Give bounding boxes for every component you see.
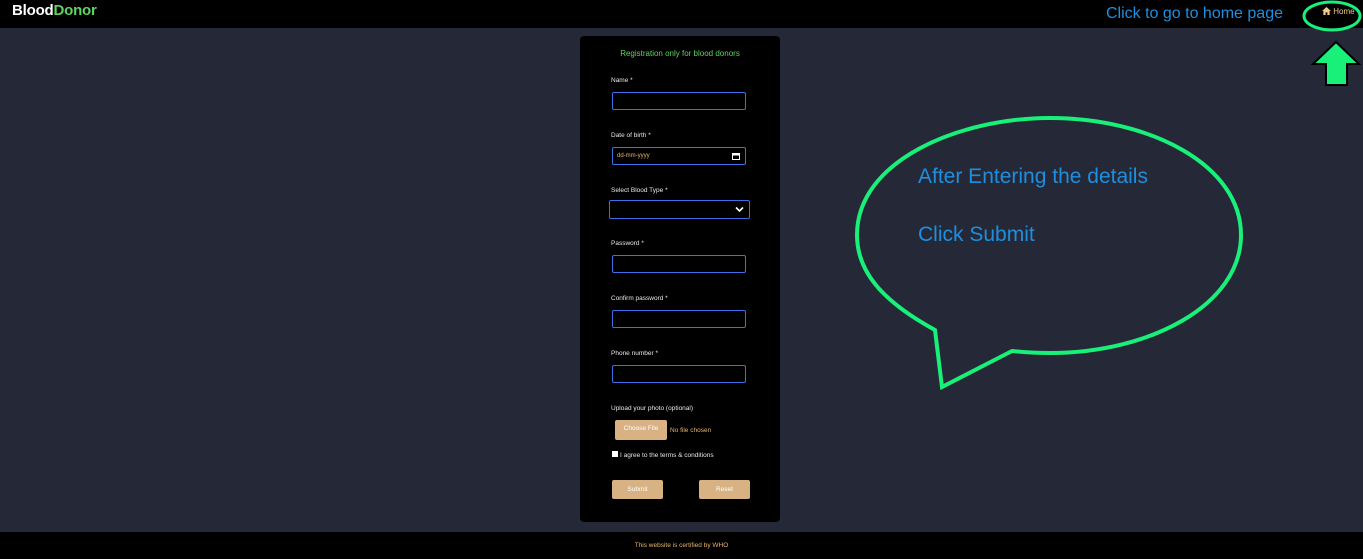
reset-button[interactable]: Reset	[699, 480, 750, 499]
no-file-chosen-text: No file chosen	[670, 427, 712, 434]
blood-type-label: Select Blood Type *	[611, 187, 668, 194]
annotation-home-hint: Click to go to home page	[1106, 5, 1283, 22]
arrow-up-icon	[1310, 40, 1362, 86]
brand-logo[interactable]: BloodDonor	[12, 2, 97, 19]
annotation-bubble-line2: Click Submit	[918, 223, 1035, 246]
home-link[interactable]: Home	[1322, 7, 1355, 16]
registration-form: Registration only for blood donors Name …	[580, 36, 780, 522]
brand-text-blood: Blood	[12, 2, 54, 19]
submit-button[interactable]: Submit	[612, 480, 663, 499]
footer-text: This website is certified by WHO	[634, 542, 729, 549]
name-input[interactable]	[612, 92, 746, 110]
confirm-password-label: Confirm password *	[611, 295, 668, 302]
password-label: Password *	[611, 240, 644, 247]
choose-file-button[interactable]: Choose File	[615, 420, 667, 440]
form-title: Registration only for blood donors	[620, 49, 740, 58]
dob-placeholder: dd-mm-yyyy	[617, 153, 650, 159]
photo-upload-label: Upload your photo (optional)	[611, 405, 694, 412]
speech-bubble-shape	[854, 115, 1244, 391]
chevron-down-icon	[735, 206, 744, 213]
phone-input[interactable]	[612, 365, 746, 383]
terms-label: I agree to the terms & conditions	[620, 452, 714, 459]
calendar-icon[interactable]	[732, 152, 740, 160]
brand-text-donor: Donor	[53, 2, 97, 19]
confirm-password-input[interactable]	[612, 310, 746, 328]
footer: This website is certified by WHO	[0, 532, 1363, 559]
dob-label: Date of birth *	[611, 132, 651, 139]
password-input[interactable]	[612, 255, 746, 273]
annotation-bubble-line1: After Entering the details	[918, 165, 1148, 188]
phone-label: Phone number *	[611, 350, 658, 357]
terms-checkbox[interactable]	[612, 451, 618, 457]
dob-input[interactable]: dd-mm-yyyy	[612, 147, 746, 165]
home-link-label: Home	[1333, 7, 1355, 16]
blood-type-select[interactable]	[609, 200, 750, 219]
name-label: Name *	[611, 77, 633, 84]
home-icon	[1322, 7, 1331, 15]
